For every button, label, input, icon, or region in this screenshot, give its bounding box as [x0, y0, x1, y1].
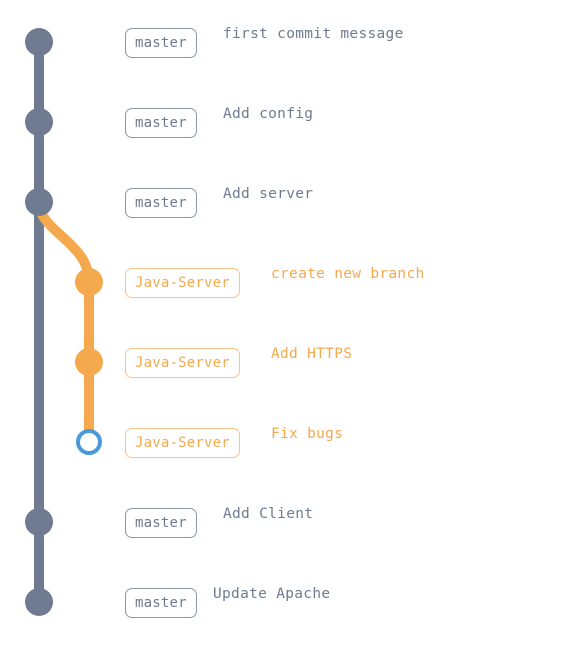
commit-graph [25, 28, 103, 616]
branch-tag[interactable]: master [125, 108, 197, 138]
commit-node[interactable] [75, 348, 103, 376]
branch-tag[interactable]: master [125, 28, 197, 58]
commit-message: Add Client [223, 506, 314, 522]
head-commit-node[interactable] [76, 429, 102, 455]
feature-branch-line [34, 197, 94, 447]
commit-message: Add server [223, 186, 314, 202]
commit-message: Update Apache [213, 586, 331, 602]
branch-tag[interactable]: master [125, 188, 197, 218]
commit-node[interactable] [25, 108, 53, 136]
commit-node[interactable] [75, 268, 103, 296]
branch-tag[interactable]: master [125, 508, 197, 538]
commit-message: Add config [223, 106, 314, 122]
commit-message: first commit message [223, 26, 404, 42]
branch-tag[interactable]: Java-Server [125, 428, 240, 458]
commit-message: create new branch [271, 266, 425, 282]
commit-node[interactable] [25, 588, 53, 616]
commit-node[interactable] [25, 188, 53, 216]
commit-node[interactable] [25, 28, 53, 56]
branch-tag[interactable]: Java-Server [125, 348, 240, 378]
commit-message: Add HTTPS [271, 346, 353, 362]
branch-tag[interactable]: Java-Server [125, 268, 240, 298]
commit-node[interactable] [25, 508, 53, 536]
branch-tag[interactable]: master [125, 588, 197, 618]
commit-message: Fix bugs [271, 426, 344, 442]
